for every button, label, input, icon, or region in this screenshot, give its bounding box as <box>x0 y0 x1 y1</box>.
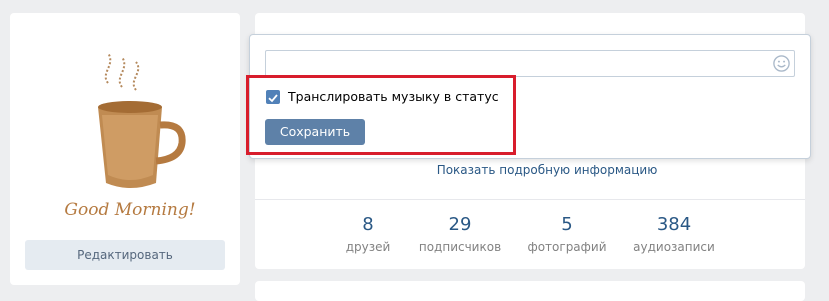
counter-label: друзей <box>345 240 391 254</box>
counter-friends[interactable]: 8 друзей <box>318 214 418 254</box>
counter-label: фотографий <box>527 240 607 254</box>
smile-icon[interactable] <box>772 54 791 73</box>
counter-audio[interactable]: 384 аудиозаписи <box>624 214 724 254</box>
counter-value: 8 <box>362 214 374 235</box>
divider <box>255 199 805 200</box>
profile-photo-card: Good Morning! Редактировать <box>10 13 240 285</box>
show-details-link[interactable]: Показать подробную информацию <box>255 163 829 177</box>
status-input[interactable] <box>265 50 795 77</box>
highlight-annotation <box>246 75 516 155</box>
counter-value: 384 <box>656 214 692 235</box>
counter-value: 5 <box>561 214 573 235</box>
counter-photos[interactable]: 5 фотографий <box>517 214 617 254</box>
avatar-caption: Good Morning! <box>64 200 195 220</box>
counter-value: 29 <box>448 214 472 235</box>
counter-label: подписчиков <box>418 240 502 254</box>
avatar[interactable]: Good Morning! <box>50 35 210 235</box>
next-card <box>255 281 805 301</box>
counter-label: аудиозаписи <box>633 240 715 254</box>
edit-profile-button[interactable]: Редактировать <box>25 240 225 270</box>
counter-followers[interactable]: 29 подписчиков <box>410 214 510 254</box>
